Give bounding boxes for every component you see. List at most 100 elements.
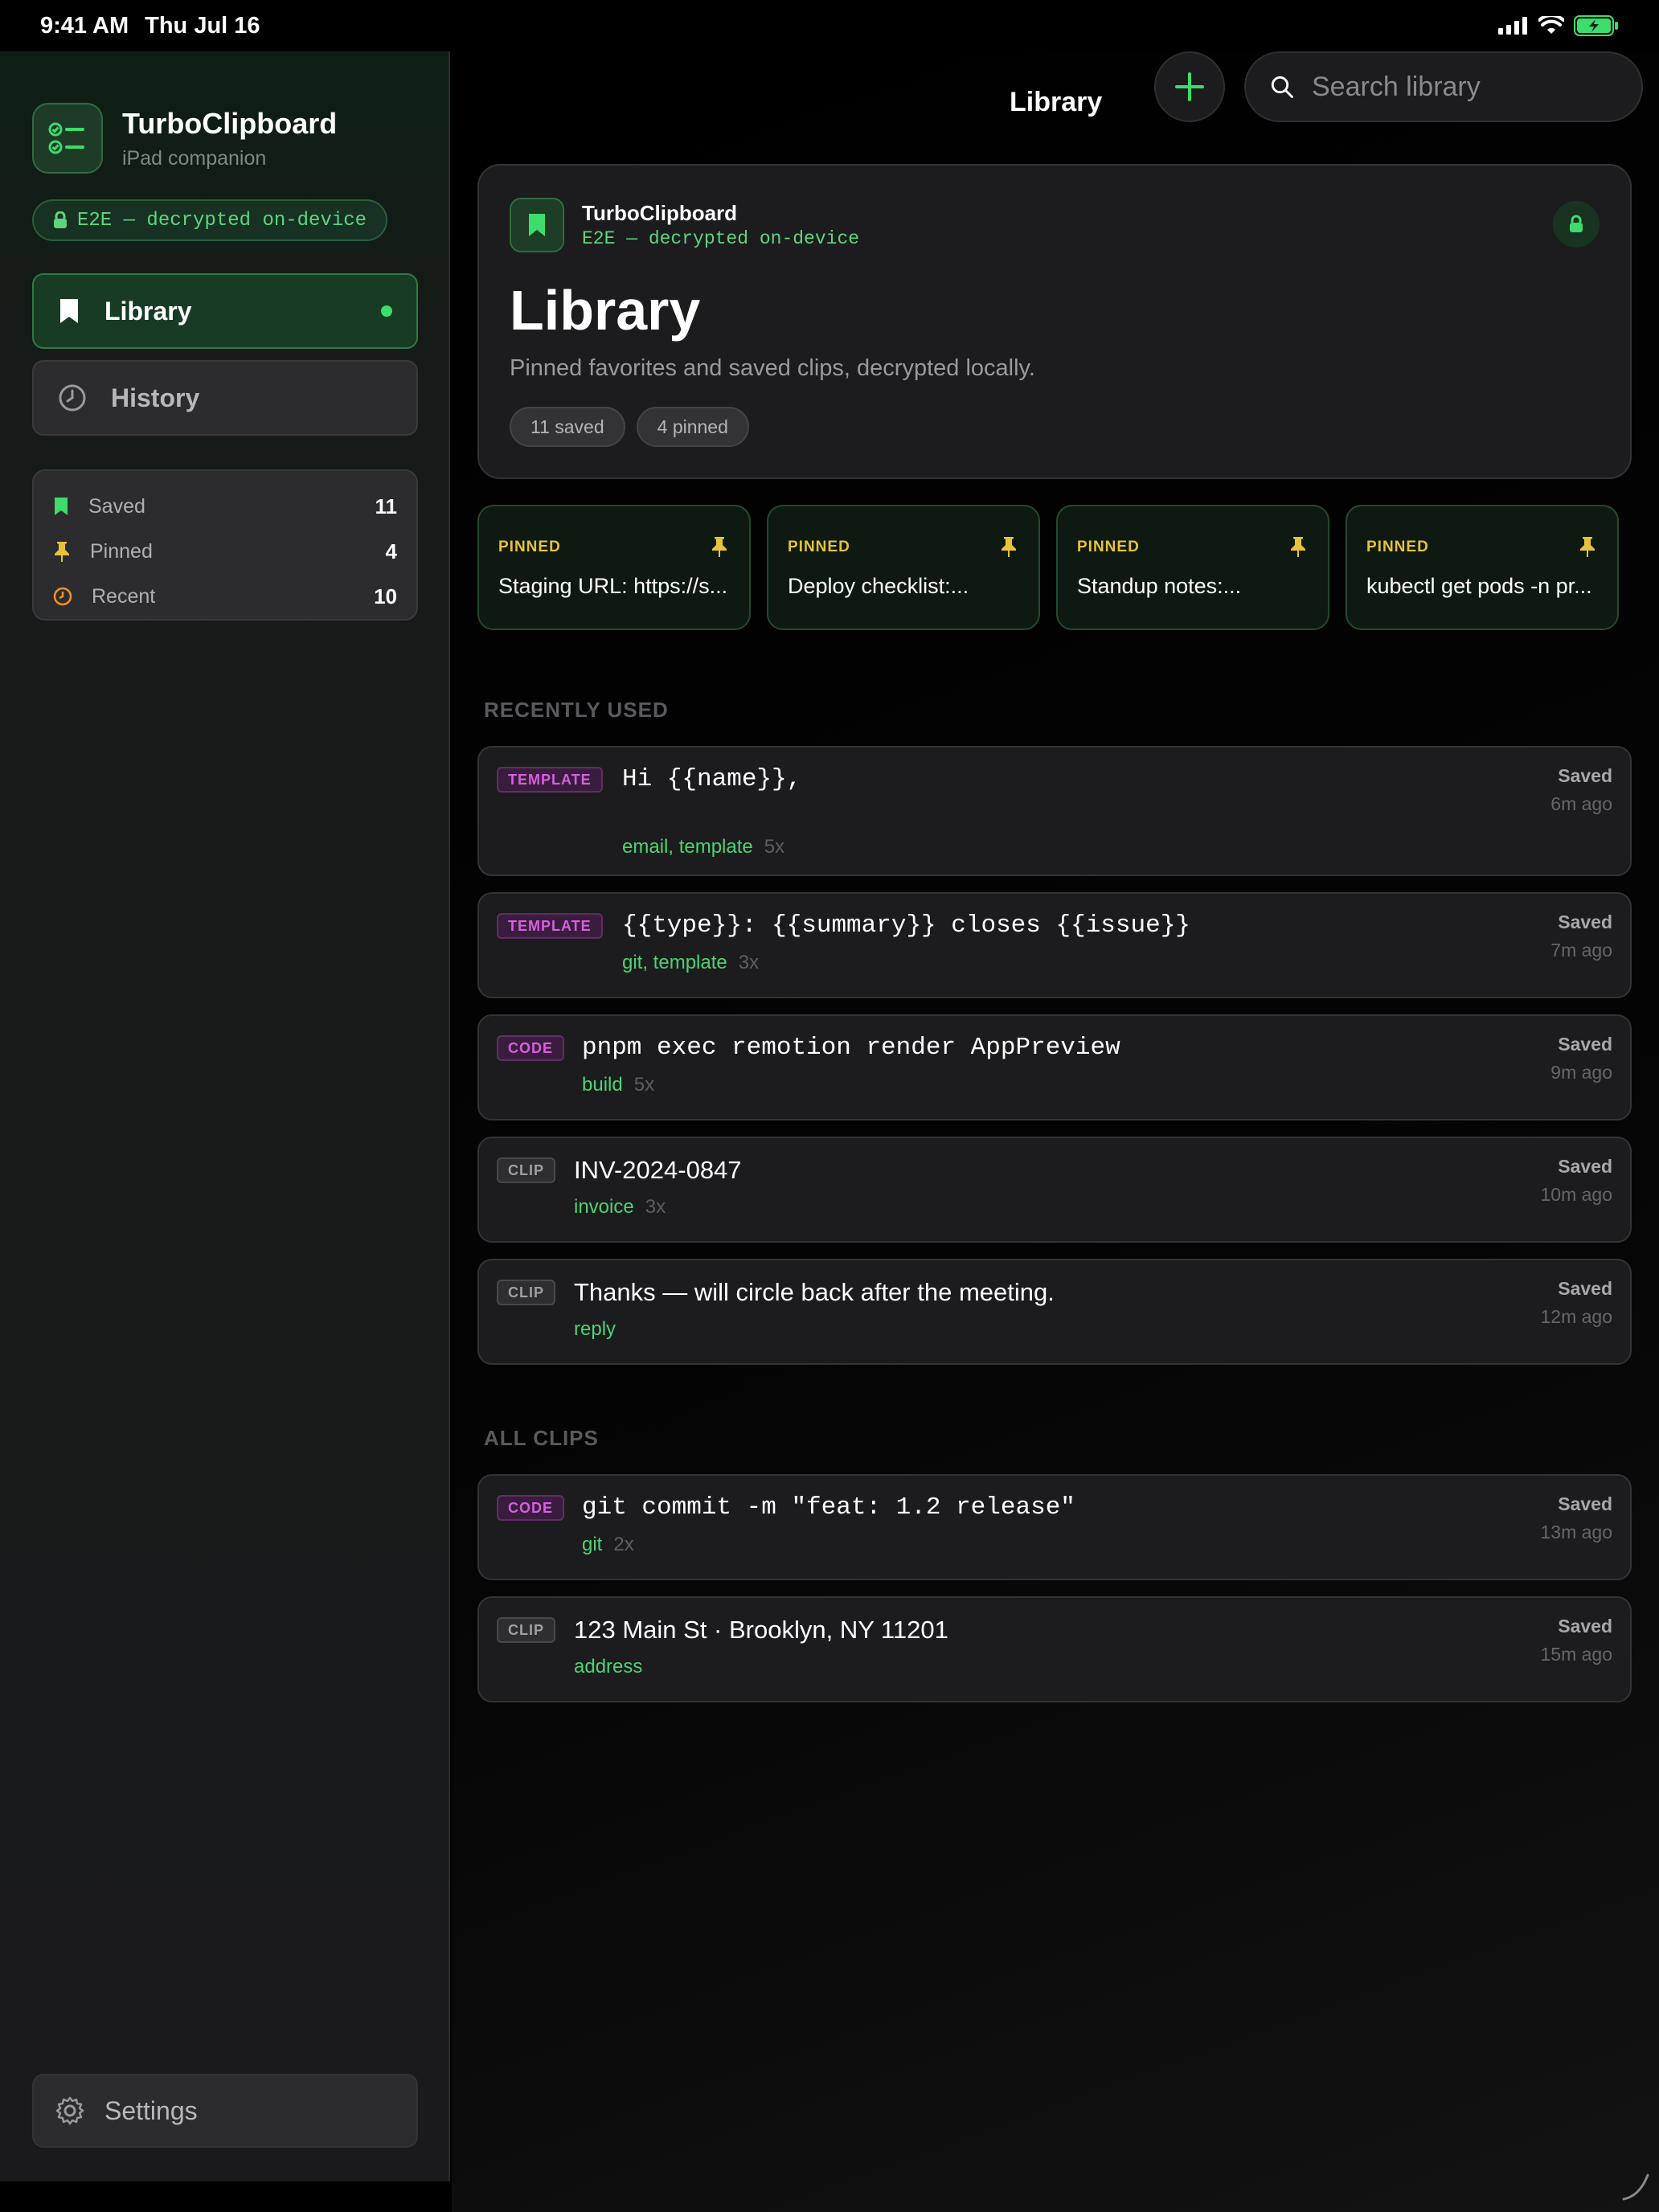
sidebar-item-library[interactable]: Library — [32, 273, 418, 349]
pinned-card[interactable]: PINNED Staging URL: https://s... — [477, 505, 751, 630]
active-indicator — [381, 305, 392, 317]
pinned-row: PINNED Staging URL: https://s... PINNED … — [477, 505, 1619, 630]
status-icons — [1498, 15, 1619, 36]
clip-tags: reply — [574, 1318, 616, 1340]
clip-meta: invoice 3x — [574, 1196, 666, 1219]
search-bar[interactable] — [1244, 51, 1643, 122]
settings-button[interactable]: Settings — [32, 2074, 418, 2148]
clip-text: {{type}}: {{summary}} closes {{issue}} — [622, 911, 1190, 940]
clip-timestamp: 13m ago — [1540, 1522, 1612, 1542]
clip-saved-label: Saved — [1558, 1156, 1612, 1177]
status-date: Thu Jul 16 — [145, 12, 260, 39]
clip-tags: build — [582, 1074, 623, 1096]
resize-handle-icon[interactable] — [1619, 2170, 1651, 2202]
hero-app-name: TurboClipboard — [582, 201, 738, 225]
clip-type-badge: CLIP — [497, 1617, 556, 1643]
clip-timestamp: 15m ago — [1540, 1644, 1612, 1665]
section-all-clips: ALL CLIPS — [484, 1426, 599, 1450]
app-logo-icon — [32, 103, 103, 174]
clip-tags: address — [574, 1656, 643, 1677]
brand: TurboClipboard iPad companion — [32, 103, 337, 174]
clip-status: Saved 12m ago — [1540, 1278, 1612, 1328]
lock-icon[interactable] — [1553, 201, 1600, 248]
library-header-card: TurboClipboard E2E — decrypted on-device… — [477, 164, 1632, 479]
clip-text: git commit -m "feat: 1.2 release" — [582, 1493, 1075, 1522]
clip-type-badge: CODE — [497, 1495, 565, 1521]
clip-row[interactable]: CLIP Thanks — will circle back after the… — [477, 1259, 1632, 1365]
pin-icon — [55, 542, 69, 562]
hero-e2e-status: E2E — decrypted on-device — [582, 228, 860, 249]
clip-tags: git — [582, 1534, 603, 1555]
sidebar: TurboClipboard iPad companion E2E — decr… — [0, 51, 450, 2181]
pinned-card[interactable]: PINNED Deploy checklist:... — [767, 505, 1040, 630]
clip-type-badge: CLIP — [497, 1157, 556, 1183]
app-subtitle: iPad companion — [122, 146, 267, 170]
clip-saved-label: Saved — [1558, 1034, 1612, 1055]
clip-use-count: 3x — [645, 1196, 666, 1218]
clip-text: Hi {{name}}, — [622, 765, 802, 793]
search-input[interactable] — [1312, 71, 1617, 103]
clip-timestamp: 6m ago — [1550, 793, 1612, 814]
clip-meta: email, template 5x — [622, 836, 784, 858]
clip-timestamp: 9m ago — [1550, 1062, 1612, 1083]
settings-label: Settings — [104, 2095, 198, 2125]
clip-row[interactable]: CLIP INV-2024-0847 invoice 3x Saved 10m a… — [477, 1137, 1632, 1243]
sidebar-item-history[interactable]: History — [32, 360, 418, 436]
pin-icon — [1580, 537, 1595, 557]
clip-saved-label: Saved — [1558, 765, 1612, 786]
pinned-count-chip: 4 pinned — [636, 407, 749, 447]
clip-status: Saved 6m ago — [1550, 765, 1612, 815]
pinned-card[interactable]: PINNED kubectl get pods -n pr... — [1346, 505, 1619, 630]
add-clip-button[interactable] — [1154, 51, 1225, 122]
pinned-label: PINNED — [1366, 539, 1429, 555]
status-time: 9:41 AM — [40, 12, 129, 39]
clip-status: Saved 7m ago — [1550, 911, 1612, 961]
clip-tags: email, template — [622, 836, 753, 858]
clip-use-count: 5x — [633, 1074, 655, 1096]
clip-type-badge: CODE — [497, 1035, 565, 1061]
clip-row[interactable]: CODE git commit -m "feat: 1.2 release" g… — [477, 1474, 1632, 1580]
wifi-icon — [1538, 16, 1564, 34]
battery-charging-icon — [1574, 15, 1618, 36]
stat-saved[interactable]: Saved 11 — [53, 484, 397, 529]
e2e-status-badge: E2E — decrypted on-device — [32, 199, 388, 241]
clip-saved-label: Saved — [1558, 1493, 1612, 1514]
clip-status: Saved 9m ago — [1550, 1034, 1612, 1083]
sidebar-item-label: History — [111, 383, 200, 412]
stat-count: 4 — [385, 539, 397, 563]
app-name: TurboClipboard — [122, 106, 338, 140]
clip-row[interactable]: CODE pnpm exec remotion render AppPrevie… — [477, 1014, 1632, 1120]
pin-icon — [1291, 537, 1305, 557]
clip-status: Saved 15m ago — [1540, 1616, 1612, 1665]
hero-title: Library — [510, 279, 701, 342]
bookmark-icon — [55, 498, 68, 515]
clip-meta: address — [574, 1656, 642, 1678]
saved-count-chip: 11 saved — [510, 407, 625, 447]
lock-icon — [54, 211, 67, 228]
stat-recent[interactable]: Recent 10 — [53, 574, 397, 619]
bookmark-icon — [60, 299, 78, 323]
bookmark-icon — [510, 198, 564, 252]
clip-row[interactable]: CLIP 123 Main St · Brooklyn, NY 11201 ad… — [477, 1596, 1632, 1702]
stat-count: 11 — [375, 494, 398, 518]
cellular-signal-icon — [1498, 17, 1527, 35]
pinned-label: PINNED — [498, 539, 561, 555]
clip-timestamp: 10m ago — [1540, 1184, 1612, 1205]
clip-use-count: 2x — [613, 1534, 634, 1555]
clip-type-badge: TEMPLATE — [497, 913, 603, 939]
main-content: Library TurboClipboard E2E — decrypted o… — [452, 51, 1659, 2212]
pin-icon — [1002, 537, 1016, 557]
clip-type-badge: TEMPLATE — [497, 767, 603, 793]
clock-icon — [53, 587, 72, 606]
pinned-card[interactable]: PINNED Standup notes:... — [1056, 505, 1329, 630]
clip-row[interactable]: TEMPLATE {{type}}: {{summary}} closes {{… — [477, 892, 1632, 998]
clip-text: INV-2024-0847 — [574, 1156, 742, 1184]
section-recently-used: RECENTLY USED — [484, 698, 669, 722]
stat-pinned[interactable]: Pinned 4 — [53, 529, 397, 574]
clip-row[interactable]: TEMPLATE Hi {{name}}, email, template 5x … — [477, 746, 1632, 876]
stats-panel: Saved 11 Pinned 4 Recent 10 — [32, 469, 418, 621]
clip-text: 123 Main St · Brooklyn, NY 11201 — [574, 1616, 948, 1644]
clip-use-count: 5x — [764, 836, 785, 858]
e2e-status-text: E2E — decrypted on-device — [77, 209, 367, 231]
pin-icon — [712, 537, 727, 557]
